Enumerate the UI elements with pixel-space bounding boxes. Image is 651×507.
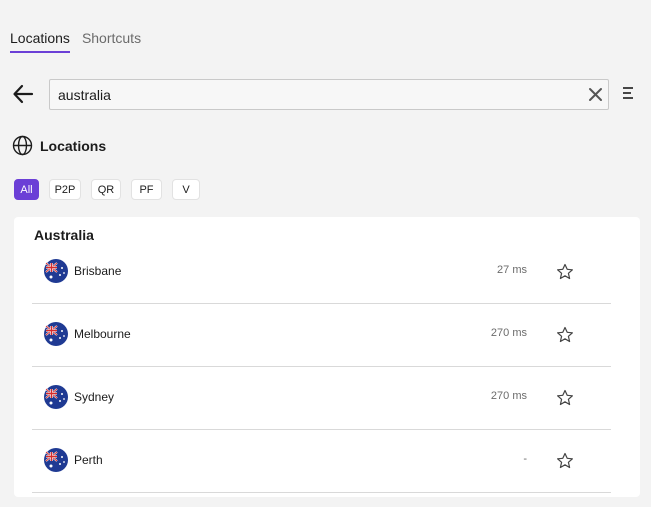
australia-flag-icon [44,322,68,346]
star-outline-icon[interactable] [556,452,574,470]
star-outline-icon[interactable] [556,263,574,281]
server-latency: 270 ms [490,390,527,402]
filter-qr[interactable]: QR [91,179,121,200]
server-latency: 270 ms [490,327,527,339]
section-header: Locations [12,135,106,156]
australia-flag-icon [44,385,68,409]
server-row-sydney[interactable]: Sydney 270 ms [32,367,611,430]
section-title: Locations [40,137,107,154]
search-box [49,79,609,110]
server-row-melbourne[interactable]: Melbourne 270 ms [32,304,611,367]
server-city: Melbourne [74,327,131,341]
globe-icon [12,135,33,156]
filter-chips: All P2P QR PF V [14,179,210,200]
star-outline-icon[interactable] [556,326,574,344]
filter-pf[interactable]: PF [131,179,162,200]
tab-bar: Locations Shortcuts [10,30,153,53]
arrow-left-icon[interactable] [12,83,34,105]
server-row-perth[interactable]: Perth - [32,430,611,493]
server-latency: - [523,453,527,465]
star-outline-icon[interactable] [556,389,574,407]
australia-flag-icon [44,448,68,472]
filter-v[interactable]: V [172,179,200,200]
list-menu-icon[interactable] [622,86,634,100]
search-input[interactable] [50,80,580,109]
tab-locations[interactable]: Locations [10,30,70,53]
server-city: Brisbane [74,264,122,278]
tab-shortcuts[interactable]: Shortcuts [82,30,141,53]
server-latency: 27 ms [497,264,527,276]
filter-p2p[interactable]: P2P [49,179,81,200]
server-city: Perth [74,453,103,467]
results-card: Australia Brisbane 27 ms Melbourne 270 m… [14,217,640,497]
filter-all[interactable]: All [14,179,39,200]
server-row-brisbane[interactable]: Brisbane 27 ms [32,241,611,304]
server-city: Sydney [74,390,115,404]
australia-flag-icon [44,259,68,283]
close-icon[interactable] [588,87,603,102]
